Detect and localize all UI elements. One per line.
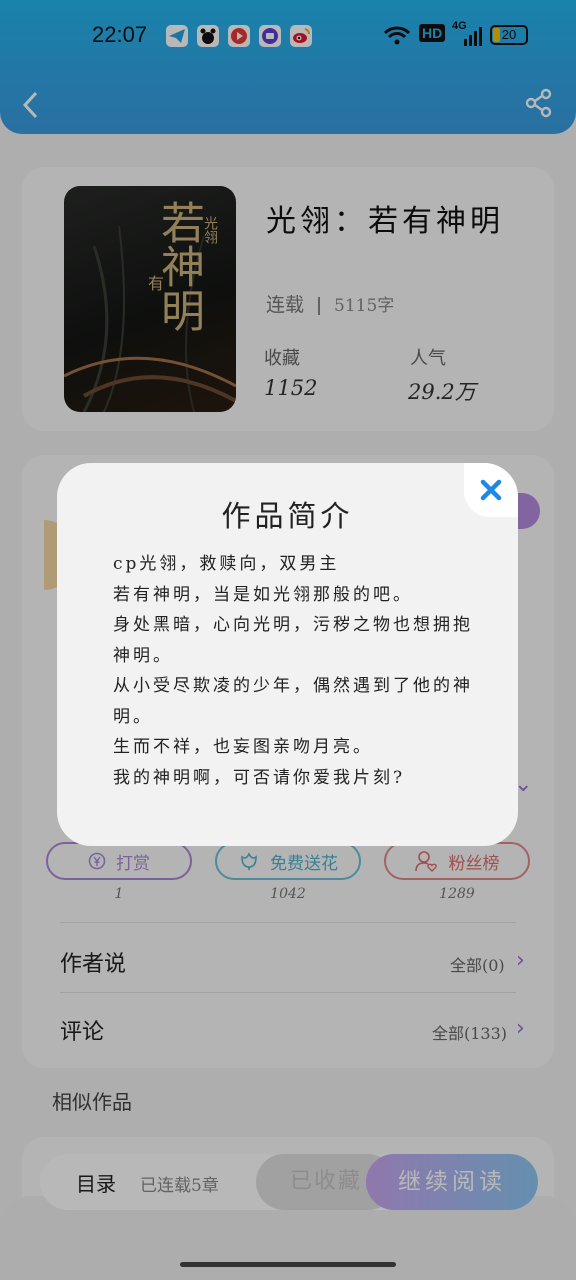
synopsis-line: 从小受尽欺凌的少年，偶然遇到了他的神明。 <box>113 676 473 727</box>
synopsis-line: cp光翎，救赎向，双男主 <box>113 554 340 574</box>
synopsis-line: 生而不祥，也妄图亲吻月亮。 <box>113 737 373 757</box>
synopsis-line: 若有神明，当是如光翎那般的吧。 <box>113 584 413 605</box>
synopsis-text: cp光翎，救赎向，双男主 若有神明，当是如光翎那般的吧。 身处黑暗，心向光明，污… <box>113 549 473 793</box>
synopsis-line: 身处黑暗，心向光明，污秽之物也想拥抱神明。 <box>113 615 473 666</box>
synopsis-line: 我的神明啊，可否请你爱我片刻? <box>113 767 406 788</box>
modal-title: 作品简介 <box>221 499 354 533</box>
home-indicator[interactable] <box>180 1262 396 1267</box>
close-icon <box>480 479 502 501</box>
synopsis-modal: 作品简介 cp光翎，救赎向，双男主 若有神明，当是如光翎那般的吧。 身处黑暗，心… <box>57 463 518 846</box>
